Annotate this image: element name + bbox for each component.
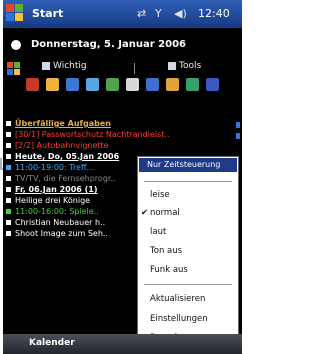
app-icon[interactable] <box>126 78 139 91</box>
bullet-icon <box>6 132 11 137</box>
task-label: 11:00-16:00: Spiele.. <box>15 207 99 216</box>
task-group-header[interactable]: Überfällige Aufgaben <box>3 118 242 129</box>
bullet-icon <box>6 165 11 170</box>
app-icon[interactable] <box>106 78 119 91</box>
app-icon[interactable] <box>46 78 59 91</box>
connectivity-icon[interactable]: ⇄ <box>137 7 146 20</box>
bullet-icon <box>6 176 11 181</box>
bullet-icon <box>6 220 11 225</box>
clock[interactable]: 12:40 <box>198 7 230 20</box>
menu-item-nur-zeitsteuerung[interactable]: Nur Zeitsteuerung <box>139 158 237 172</box>
menu-item-aktualisieren[interactable]: Aktualisieren <box>150 294 205 304</box>
tools-icon <box>168 61 176 70</box>
bullet-icon <box>6 121 11 126</box>
task-label: Heute, Do, 05.Jan 2006 <box>15 152 120 161</box>
bullet-icon <box>6 187 11 192</box>
scroll-indicator[interactable] <box>236 133 240 139</box>
task-label: Heilige drei Könige <box>15 196 91 205</box>
app-icon[interactable] <box>86 78 99 91</box>
menu-item-ton-aus[interactable]: Ton aus <box>150 246 182 256</box>
signal-icon[interactable]: Y <box>155 7 162 20</box>
task-label: Überfällige Aufgaben <box>15 119 111 128</box>
device-screen: Start ⇄ Y ◀) 12:40 Donnerstag, 5. Januar… <box>3 0 242 354</box>
bullet-icon <box>6 209 11 214</box>
app-icon[interactable] <box>146 78 159 91</box>
app-icon[interactable] <box>206 78 219 91</box>
title-bar: Start ⇄ Y ◀) 12:40 <box>3 0 242 28</box>
clock-icon <box>11 40 21 50</box>
task-label: Fr, 06.Jan 2006 (1) <box>15 185 98 194</box>
menu-item-normal[interactable]: normal <box>150 208 180 218</box>
task-label: Shoot Image zum Seh.. <box>15 229 108 238</box>
task-row[interactable]: [2/2] Autobahnvignette <box>3 140 242 151</box>
bullet-icon <box>6 154 11 159</box>
app-icon[interactable] <box>26 78 39 91</box>
tab-divider <box>134 63 135 74</box>
app-shortcut-row <box>26 78 240 94</box>
task-label: Christian Neubauer h.. <box>15 218 106 227</box>
app-icon[interactable] <box>186 78 199 91</box>
annotation-line-vertical <box>0 158 2 168</box>
volume-icon[interactable]: ◀) <box>174 7 187 20</box>
app-icon[interactable] <box>66 78 79 91</box>
task-row[interactable]: [30/1] Passwortschutz Nachtrandleist.. <box>3 129 242 140</box>
menu-item-einstellungen[interactable]: Einstellungen <box>150 314 208 324</box>
window-title[interactable]: Start <box>32 7 63 20</box>
task-label: 11:00-19:00: Treff... <box>15 163 95 172</box>
bullet-icon <box>6 143 11 148</box>
menu-item-laut[interactable]: laut <box>150 227 166 237</box>
task-label: TV/TV, die Fernsehprogr.. <box>15 174 116 183</box>
task-label: [2/2] Autobahnvignette <box>15 141 109 150</box>
softkey-kalender[interactable]: Kalender <box>29 338 75 348</box>
bullet-icon <box>6 198 11 203</box>
tab-wichtig[interactable]: Wichtig <box>42 61 87 75</box>
app-icon[interactable] <box>166 78 179 91</box>
bullet-icon <box>6 231 11 236</box>
scroll-indicator[interactable] <box>236 122 240 128</box>
tab-tools[interactable]: Tools <box>168 61 201 75</box>
today-tabs: Wichtig Tools <box>28 61 240 75</box>
softkey-bar: Kalender <box>3 334 242 354</box>
menu-item-funk-aus[interactable]: Funk aus <box>150 265 188 275</box>
menu-separator <box>144 284 232 285</box>
menu-item-leise[interactable]: leise <box>150 190 170 200</box>
today-date: Donnerstag, 5. Januar 2006 <box>31 39 186 50</box>
today-date-row[interactable]: Donnerstag, 5. Januar 2006 <box>3 37 242 55</box>
windows-logo-icon <box>7 62 21 76</box>
menu-separator <box>144 181 232 182</box>
checkmark-icon: ✔ <box>141 208 149 218</box>
context-menu: Nur Zeitsteuerung leise normal ✔ laut Ton au… <box>137 156 239 350</box>
windows-start-icon[interactable] <box>6 4 24 22</box>
star-icon <box>42 61 50 70</box>
task-label: [30/1] Passwortschutz Nachtrandleist.. <box>15 130 170 139</box>
